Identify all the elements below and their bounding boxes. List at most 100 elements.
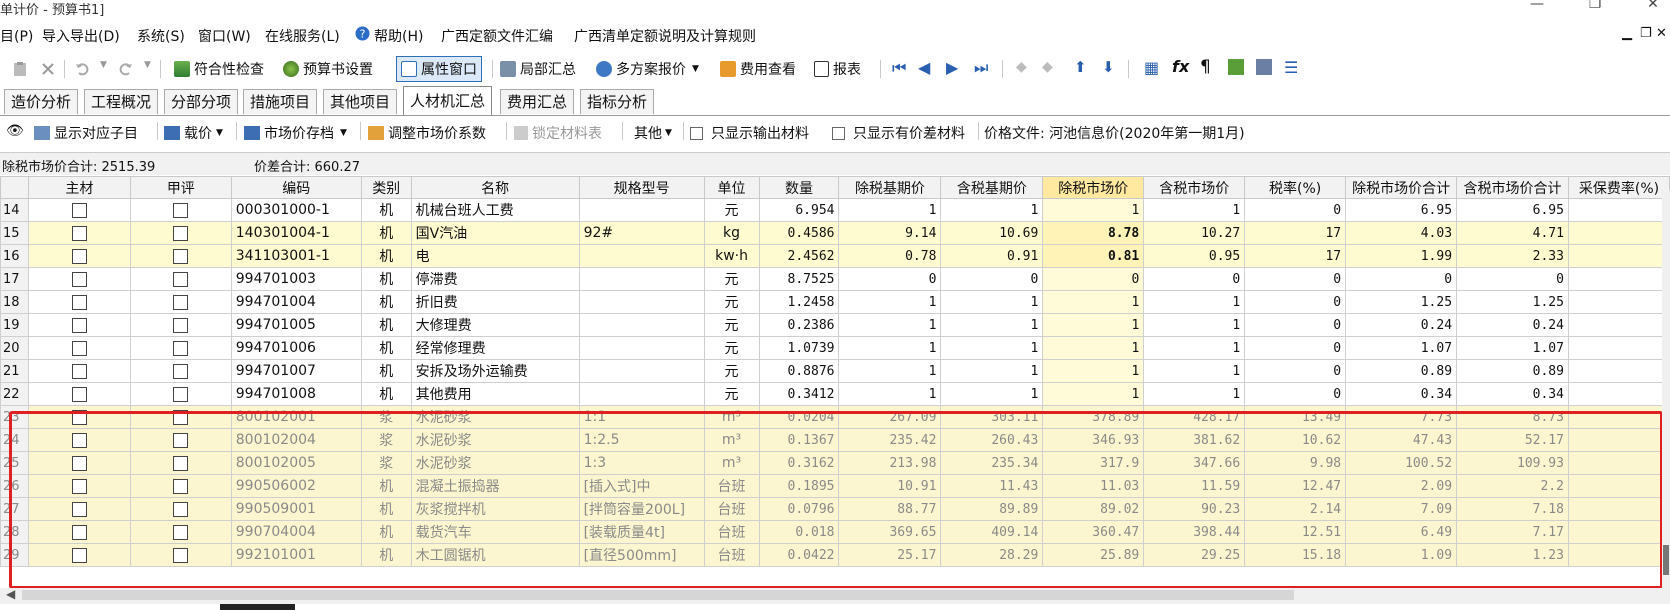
col-header[interactable]: 税率(%): [1244, 176, 1347, 199]
cell-spec[interactable]: 1:3: [578, 451, 705, 475]
cell-quantity[interactable]: 8.7525: [758, 267, 840, 291]
cell-base-price-inc[interactable]: 0: [940, 267, 1044, 291]
cell-base-price-ex[interactable]: 10.91: [838, 474, 942, 498]
cell-category[interactable]: 浆: [360, 428, 412, 452]
cell-name[interactable]: 其他费用: [410, 382, 580, 406]
cell-base-price-inc[interactable]: 28.29: [940, 543, 1044, 567]
cell-market-price-inc[interactable]: 1: [1143, 290, 1246, 314]
cell-market-total-inc[interactable]: 1.23: [1456, 543, 1569, 567]
mdi-restore-icon[interactable]: ❐: [1640, 26, 1652, 41]
table-row[interactable]: 23 800102001 浆水泥砂浆 1:1 m³ 0.0204 267.09 303.11 3…: [0, 405, 1670, 429]
menu-item-window[interactable]: 窗口(W): [198, 26, 251, 46]
cell-base-price-ex[interactable]: 267.09: [838, 405, 942, 429]
tab-other-items[interactable]: 其他项目: [323, 89, 398, 114]
tab-labor-material-summary[interactable]: 人材机汇总: [403, 86, 493, 115]
lock-table-button[interactable]: 锁定材料表: [514, 123, 602, 143]
main-material-checkbox[interactable]: [27, 359, 131, 383]
binoculars-icon[interactable]: 👁: [6, 123, 24, 139]
col-header[interactable]: 除税基期价: [838, 176, 942, 199]
cell-market-price-inc[interactable]: 347.66: [1143, 451, 1246, 475]
cell-market-price-inc[interactable]: 10.27: [1143, 221, 1246, 245]
cell-unit[interactable]: 元: [703, 336, 760, 360]
col-header[interactable]: 数量: [758, 176, 840, 199]
cell-name[interactable]: 水泥砂浆: [410, 428, 580, 452]
cell-quantity[interactable]: 0.4586: [758, 221, 840, 245]
cell-purchase-rate[interactable]: [1567, 497, 1670, 521]
cell-name[interactable]: 经常修理费: [410, 336, 580, 360]
cell-spec[interactable]: [578, 267, 705, 291]
cell-name[interactable]: 载货汽车: [410, 520, 580, 544]
cell-market-total-ex[interactable]: 0.89: [1345, 359, 1458, 383]
cell-market-total-inc[interactable]: 0.89: [1456, 359, 1569, 383]
cell-quantity[interactable]: 1.0739: [758, 336, 840, 360]
cell-name[interactable]: 安拆及场外运输费: [410, 359, 580, 383]
cell-code[interactable]: 800102001: [230, 405, 362, 429]
cell-name[interactable]: 木工圆锯机: [410, 543, 580, 567]
tab-divisional-items[interactable]: 分部分项: [164, 89, 239, 114]
image-icon[interactable]: [1256, 59, 1272, 75]
main-material-checkbox[interactable]: [27, 336, 131, 360]
cell-code[interactable]: 994701004: [230, 290, 362, 314]
cell-code[interactable]: 994701007: [230, 359, 362, 383]
col-header[interactable]: 名称: [410, 176, 580, 199]
table-row[interactable]: 24 800102004 浆水泥砂浆 1:2.5 m³ 0.1367 235.42 260.4…: [0, 428, 1670, 452]
cell-base-price-inc[interactable]: 409.14: [940, 520, 1044, 544]
cell-base-price-ex[interactable]: 0.78: [838, 244, 942, 268]
cell-quantity[interactable]: 1.2458: [758, 290, 840, 314]
party-a-checkbox[interactable]: [129, 313, 232, 337]
cell-base-price-inc[interactable]: 89.89: [940, 497, 1044, 521]
cell-market-price-ex[interactable]: 8.78: [1042, 221, 1145, 245]
cell-base-price-inc[interactable]: 1: [940, 336, 1044, 360]
cell-market-price-inc[interactable]: 29.25: [1143, 543, 1246, 567]
delete-icon[interactable]: [40, 61, 56, 77]
cell-base-price-inc[interactable]: 1: [940, 198, 1044, 222]
cell-purchase-rate[interactable]: [1567, 359, 1670, 383]
cell-market-price-inc[interactable]: 1: [1143, 336, 1246, 360]
vertical-scrollbar[interactable]: [1662, 190, 1670, 590]
redo-dropdown-icon[interactable]: ▼: [144, 60, 151, 70]
list-icon[interactable]: ☰: [1284, 58, 1298, 77]
cell-spec[interactable]: [578, 336, 705, 360]
cell-base-price-ex[interactable]: 369.65: [838, 520, 942, 544]
cell-category[interactable]: 机: [360, 313, 412, 337]
cell-base-price-ex[interactable]: 235.42: [838, 428, 942, 452]
cell-name[interactable]: 灰浆搅拌机: [410, 497, 580, 521]
table-row[interactable]: 20 994701006 机经常修理费元 1.0739 1 1 1 1 0 1.07 1.07: [0, 336, 1670, 360]
cell-quantity[interactable]: 0.1367: [758, 428, 840, 452]
cell-unit[interactable]: 元: [703, 290, 760, 314]
report-button[interactable]: 报表: [814, 58, 861, 80]
cell-quantity[interactable]: 0.0422: [758, 543, 840, 567]
cell-market-price-ex[interactable]: 1: [1042, 382, 1145, 406]
cell-market-price-inc[interactable]: 11.59: [1143, 474, 1246, 498]
cell-base-price-inc[interactable]: 1: [940, 359, 1044, 383]
cell-base-price-ex[interactable]: 1: [838, 359, 942, 383]
main-material-checkbox[interactable]: [27, 382, 131, 406]
cell-quantity[interactable]: 0.0796: [758, 497, 840, 521]
cell-category[interactable]: 机: [360, 520, 412, 544]
cell-purchase-rate[interactable]: [1567, 198, 1670, 222]
cell-base-price-ex[interactable]: 1: [838, 382, 942, 406]
cell-spec[interactable]: [578, 359, 705, 383]
cell-market-price-ex[interactable]: 11.03: [1042, 474, 1145, 498]
table-row[interactable]: 26 990506002 机混凝土振捣器 [插入式]中 台班 0.1895 10.91 11.…: [0, 474, 1670, 498]
cell-quantity[interactable]: 0.8876: [758, 359, 840, 383]
cell-market-total-ex[interactable]: 2.09: [1345, 474, 1458, 498]
cell-base-price-inc[interactable]: 1: [940, 382, 1044, 406]
cell-spec[interactable]: 92#: [578, 221, 705, 245]
move-up-icon[interactable]: ⬆: [1074, 58, 1087, 76]
main-material-checkbox[interactable]: [27, 497, 131, 521]
main-material-checkbox[interactable]: [27, 221, 131, 245]
cell-market-total-inc[interactable]: 1.07: [1456, 336, 1569, 360]
party-a-checkbox[interactable]: [129, 382, 232, 406]
cell-tax-rate[interactable]: 17: [1244, 221, 1347, 245]
cell-market-price-ex[interactable]: 25.89: [1042, 543, 1145, 567]
cell-category[interactable]: 机: [360, 244, 412, 268]
cell-market-price-ex[interactable]: 317.9: [1042, 451, 1145, 475]
cell-market-total-ex[interactable]: 47.43: [1345, 428, 1458, 452]
col-header[interactable]: 主材: [27, 176, 131, 199]
col-header[interactable]: 除税市场价合计: [1345, 176, 1458, 199]
cell-market-price-ex[interactable]: 1: [1042, 198, 1145, 222]
cell-category[interactable]: 浆: [360, 405, 412, 429]
cell-base-price-ex[interactable]: 1: [838, 198, 942, 222]
cell-market-total-inc[interactable]: 4.71: [1456, 221, 1569, 245]
